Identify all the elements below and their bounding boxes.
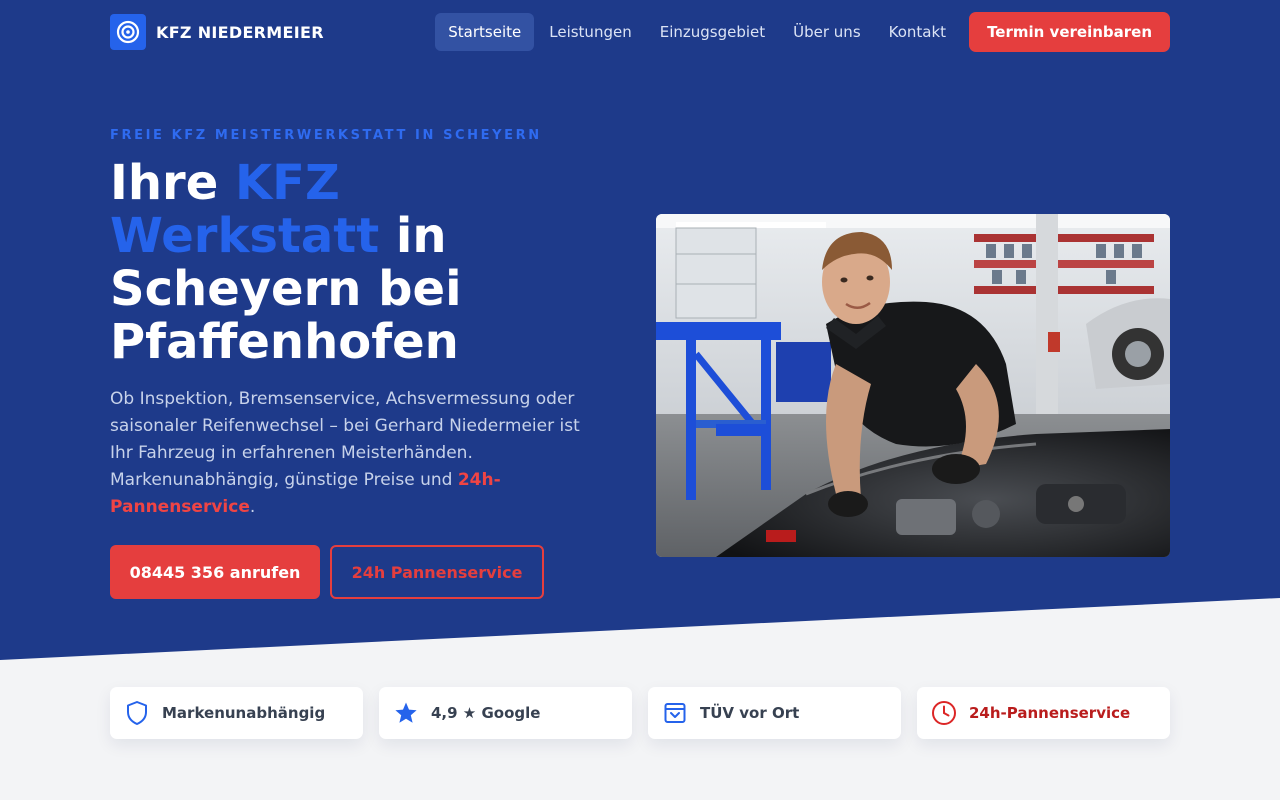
feature-card-breakdown-service: 24h-Pannenservice [917,687,1170,739]
nav-item-startseite[interactable]: Startseite [435,13,535,51]
feature-strip: Markenunabhängig 4,9 ★ Google TÜV vor Or… [110,687,1170,739]
hero-title: Ihre KFZ Werkstatt in Scheyern bei Pfaff… [110,157,610,369]
hero-lead-text: Ob Inspektion, Bremsenservice, Achsverme… [110,389,580,490]
inspection-box-icon [662,700,688,726]
nav-item-leistungen[interactable]: Leistungen [536,13,644,51]
shield-icon [124,700,150,726]
feature-card-brand-independent: Markenunabhängig [110,687,363,739]
breakdown-service-button[interactable]: 24h Pannenservice [330,545,544,599]
feature-label: Markenunabhängig [162,704,326,722]
call-button[interactable]: 08445 356 anrufen [110,545,320,599]
star-icon [393,700,419,726]
hero-eyebrow: FREIE KFZ MEISTERWERKSTATT IN SCHEYERN [110,128,542,143]
hero-title-part1: Ihre [110,155,235,211]
feature-label: 4,9 ★ Google [431,704,541,722]
hero-diagonal-divider [0,598,1280,662]
hero-lead: Ob Inspektion, Bremsenservice, Achsverme… [110,386,590,521]
nav-links: Startseite Leistungen Einzugsgebiet Über… [435,12,1170,52]
main-navigation: KFZ NIEDERMEIER Startseite Leistungen Ei… [110,12,1170,52]
brand-logo[interactable]: KFZ NIEDERMEIER [110,14,324,50]
book-appointment-button[interactable]: Termin vereinbaren [969,12,1170,52]
nav-item-ueber-uns[interactable]: Über uns [780,13,874,51]
brand-name: KFZ NIEDERMEIER [156,22,324,42]
feature-label: TÜV vor Ort [700,704,800,722]
nav-item-einzugsgebiet[interactable]: Einzugsgebiet [647,13,778,51]
nav-item-kontakt[interactable]: Kontakt [876,13,959,51]
mechanic-workshop-photo [656,214,1170,557]
clock-icon [931,700,957,726]
feature-label: 24h-Pannenservice [969,704,1131,722]
feature-card-tuev: TÜV vor Ort [648,687,901,739]
target-logo-icon [110,14,146,50]
feature-card-google-rating: 4,9 ★ Google [379,687,632,739]
hero-lead-end: . [249,497,256,517]
